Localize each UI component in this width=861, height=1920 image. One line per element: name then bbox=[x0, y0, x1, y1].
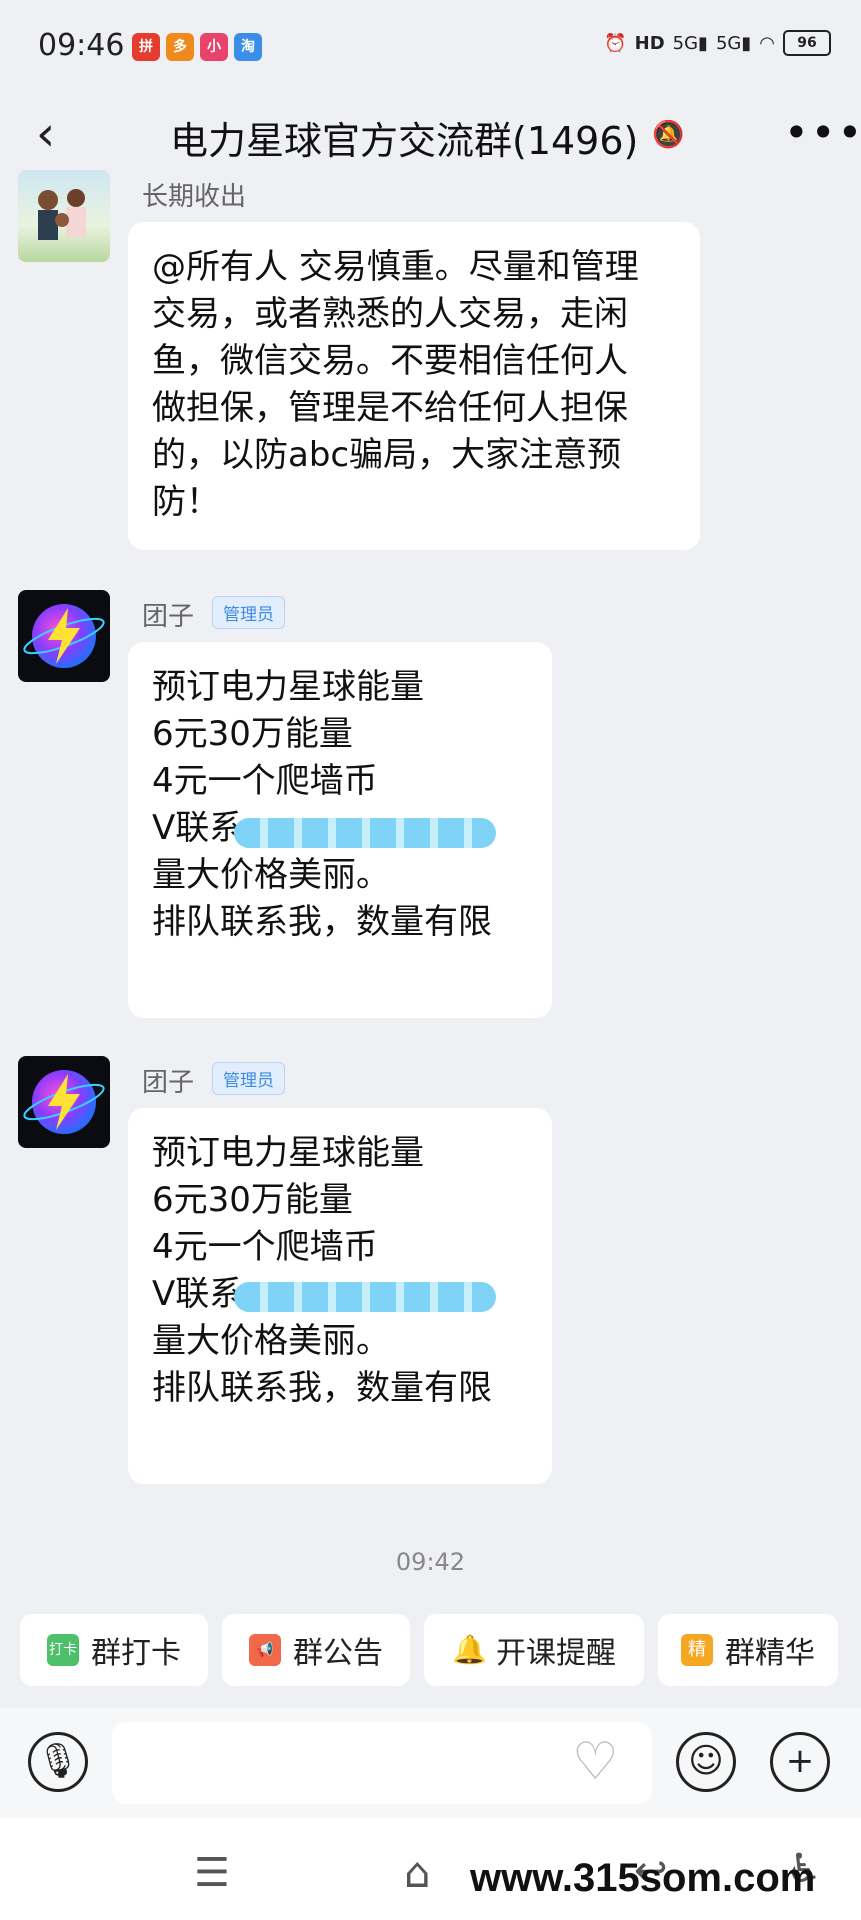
home-icon[interactable]: ⌂ bbox=[404, 1848, 431, 1897]
status-icons: ⏰ HD 5G▮ 5G▮ ◠ 96 bbox=[604, 30, 831, 56]
redaction-mark bbox=[234, 818, 496, 848]
chevron-left-icon[interactable]: ‹ bbox=[36, 110, 55, 158]
watermark: www.315som.com bbox=[470, 1856, 816, 1900]
status-bar: 09:46 拼 多 小 淘 ⏰ HD 5G▮ 5G▮ ◠ 96 bbox=[0, 0, 861, 100]
plus-icon[interactable]: + bbox=[770, 1732, 830, 1792]
checkin-icon: 打卡 bbox=[47, 1634, 79, 1666]
battery-icon: 96 bbox=[783, 30, 831, 56]
app-notification-icon: 多 bbox=[166, 33, 194, 61]
avatar[interactable] bbox=[18, 170, 110, 262]
avatar[interactable] bbox=[18, 1056, 110, 1148]
hd-icon: HD bbox=[634, 32, 665, 54]
app-notification-icon: 拼 bbox=[132, 33, 160, 61]
quick-action-label: 群打卡 bbox=[91, 1636, 181, 1671]
admin-badge: 管理员 bbox=[212, 596, 285, 629]
app-notification-icon: 小 bbox=[200, 33, 228, 61]
alarm-icon: ⏰ bbox=[604, 32, 627, 54]
quick-action-label: 群公告 bbox=[293, 1636, 383, 1671]
redaction-mark bbox=[234, 1282, 496, 1312]
microphone-icon[interactable]: 🎙 bbox=[28, 1732, 88, 1792]
class-reminder-button[interactable]: 🔔 开课提醒 bbox=[424, 1614, 644, 1686]
wifi-icon: ◠ bbox=[759, 32, 775, 54]
bell-icon: 🔔 bbox=[452, 1633, 487, 1666]
app-notification-icon: 淘 bbox=[234, 33, 262, 61]
bell-muted-icon: 🔕 bbox=[652, 120, 685, 150]
message-timestamp: 09:42 bbox=[395, 1548, 466, 1576]
page-title: 电力星球官方交流群(1496) bbox=[170, 119, 639, 163]
quick-action-label: 群精华 bbox=[725, 1636, 815, 1671]
emoji-icon[interactable]: ☺ bbox=[676, 1732, 736, 1792]
menu-icon[interactable]: ☰ bbox=[194, 1850, 230, 1896]
avatar[interactable] bbox=[18, 590, 110, 682]
megaphone-icon: 📢 bbox=[249, 1634, 281, 1666]
more-icon[interactable]: ••• bbox=[784, 108, 861, 157]
highlight-icon: 精 bbox=[681, 1634, 713, 1666]
sender-name: 团子 bbox=[142, 1068, 195, 1098]
signal-5g-icon: 5G▮ bbox=[715, 32, 752, 54]
sender-name: 团子 bbox=[142, 602, 195, 632]
group-notice-button[interactable]: 📢 群公告 bbox=[222, 1614, 410, 1686]
status-time: 09:46 bbox=[38, 28, 125, 63]
quick-action-label: 开课提醒 bbox=[496, 1636, 616, 1671]
message-input[interactable] bbox=[112, 1722, 652, 1804]
signal-5g-icon: 5G▮ bbox=[672, 32, 708, 54]
group-highlights-button[interactable]: 精 群精华 bbox=[658, 1614, 838, 1686]
heart-icon[interactable]: ♡ bbox=[572, 1736, 619, 1788]
sender-name: 长期收出 bbox=[142, 182, 247, 212]
group-checkin-button[interactable]: 打卡 群打卡 bbox=[20, 1614, 208, 1686]
admin-badge: 管理员 bbox=[212, 1062, 285, 1095]
message-bubble[interactable]: @所有人 交易慎重。尽量和管理 交易，或者熟悉的人交易，走闲 鱼，微信交易。不要… bbox=[128, 222, 700, 550]
